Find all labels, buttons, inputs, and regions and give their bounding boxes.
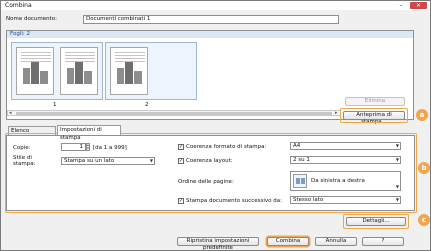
format-consistency-label: Coerenza formato di stampa: <box>186 144 267 150</box>
chevron-down-icon: ▼ <box>395 143 399 148</box>
sheet-number-1: 1 <box>53 102 57 108</box>
format-select[interactable]: A4 ▼ <box>290 142 401 150</box>
horizontal-scrollbar[interactable]: ◂ ▸ <box>7 110 341 116</box>
print-style-value: Stampa su un lato <box>64 158 115 164</box>
combine-dialog: Combina – ✕ Nome documento: Documenti co… <box>0 0 431 251</box>
tab-print-settings[interactable]: Impostazioni di stampa <box>57 125 121 141</box>
layout-consistency-checkbox[interactable]: ✓ <box>178 158 184 164</box>
sheets-count: Fogli: 2 <box>10 31 30 37</box>
chevron-down-icon: ▼ <box>395 157 399 162</box>
sheet-number-2: 2 <box>145 102 149 108</box>
scrollbar-thumb[interactable] <box>16 112 332 115</box>
title-bar: Combina – ✕ <box>1 1 430 10</box>
copies-label: Copie: <box>13 145 31 151</box>
print-style-label: Stile di stampa: <box>13 155 36 167</box>
chevron-down-icon: ▼ <box>395 197 399 202</box>
callout-badge-c: c <box>418 214 430 226</box>
remove-button[interactable]: Elimina <box>345 97 405 106</box>
sheets-header: Fogli: 2 <box>7 31 413 38</box>
page-thumbnail <box>60 47 98 95</box>
print-style-select[interactable]: Stampa su un lato ▼ <box>61 157 155 165</box>
layout-select[interactable]: 2 su 1 ▼ <box>290 156 401 164</box>
copies-input[interactable]: 1 <box>61 143 86 151</box>
next-document-checkbox[interactable]: ✓ <box>178 198 184 204</box>
callout-badge-b: b <box>418 162 430 174</box>
doc-name-input[interactable]: Documenti combinati 1 <box>83 15 339 24</box>
scroll-left-icon[interactable]: ◂ <box>9 110 12 116</box>
layout-consistency-label: Coerenza layout: <box>186 158 233 164</box>
minimize-icon[interactable]: – <box>393 2 409 9</box>
scroll-right-icon[interactable]: ▸ <box>335 110 338 116</box>
page-order-icon <box>293 174 307 188</box>
page-thumbnail <box>16 47 54 95</box>
next-document-label: Stampa documento successivo da: <box>186 198 282 204</box>
sheets-panel: Fogli: 2 <box>6 30 414 120</box>
reset-defaults-button[interactable]: Ripristina impostazioni predefinite <box>177 237 259 251</box>
close-icon[interactable]: ✕ <box>410 2 427 9</box>
sheet-thumbnail-2[interactable] <box>105 42 197 100</box>
help-button[interactable]: ? <box>362 237 404 246</box>
combine-button[interactable]: Combina <box>267 237 309 246</box>
next-document-value: Stesso lato <box>293 197 324 203</box>
layout-value: 2 su 1 <box>293 157 310 163</box>
next-document-select[interactable]: Stesso lato ▼ <box>290 196 401 204</box>
copies-spinner[interactable]: ▴ ▾ <box>86 143 90 151</box>
window-title: Combina <box>5 2 32 9</box>
doc-name-label: Nome documento: <box>6 16 57 22</box>
callout-frame-c <box>343 214 409 229</box>
copies-range: [da 1 a 999] <box>93 145 127 151</box>
cancel-button[interactable]: Annulla <box>315 237 357 246</box>
page-thumbnail <box>110 47 148 95</box>
page-order-value: Da sinistra a destra <box>311 178 365 184</box>
chevron-down-icon: ▼ <box>149 158 153 163</box>
page-order-label: Ordine delle pagine: <box>178 179 234 185</box>
format-consistency-checkbox[interactable]: ✓ <box>178 144 184 150</box>
page-order-select[interactable]: Da sinistra a destra ▼ <box>290 171 401 191</box>
format-value: A4 <box>293 143 301 149</box>
callout-frame-a <box>340 108 408 123</box>
sheet-thumbnail-1[interactable] <box>11 42 103 100</box>
chevron-down-icon: ▼ <box>395 184 399 189</box>
callout-badge-a: a <box>416 109 428 121</box>
